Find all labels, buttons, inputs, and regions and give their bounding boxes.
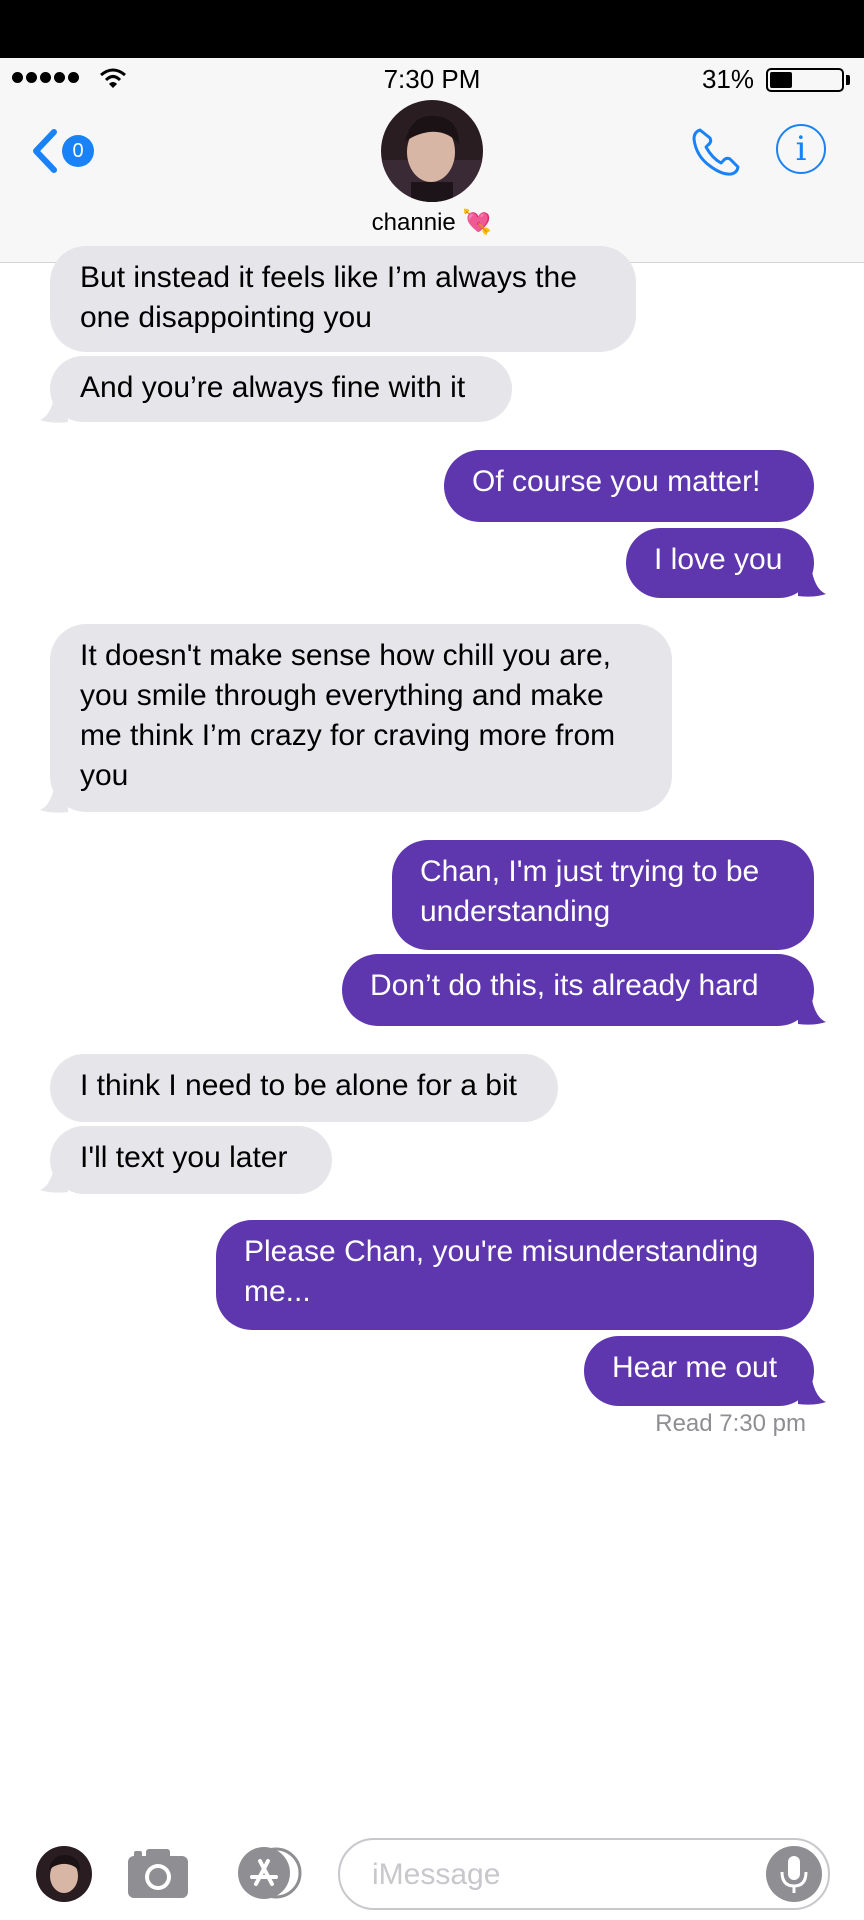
heart-arrow-emoji: 💘: [462, 209, 493, 236]
microphone-button[interactable]: [766, 1846, 822, 1902]
battery-tip: [846, 75, 850, 85]
app-store-icon: [238, 1847, 302, 1899]
camera-button[interactable]: [126, 1846, 190, 1905]
outgoing-message: Chan, I'm just trying to be understandin…: [392, 840, 814, 950]
incoming-message: I'll text you later: [50, 1126, 332, 1194]
contact-avatar[interactable]: [381, 100, 483, 202]
bubble-tail: [798, 1380, 826, 1405]
incoming-message: I think I need to be alone for a bit: [50, 1054, 558, 1122]
outgoing-message: Please Chan, you're misunderstanding me.…: [216, 1220, 814, 1330]
camera-icon: [128, 1849, 188, 1898]
bubble-tail: [40, 398, 68, 423]
message-field[interactable]: [338, 1838, 830, 1910]
compose-bar: [0, 1820, 864, 1920]
battery-icon: [766, 68, 844, 92]
bubble-tail: [40, 1168, 68, 1193]
info-button[interactable]: i: [776, 124, 826, 174]
user-avatar[interactable]: [36, 1846, 92, 1902]
status-bar: 7:30 PM 31%: [0, 58, 864, 100]
unread-count-badge: 0: [62, 135, 94, 167]
incoming-message: And you’re always fine with it: [50, 356, 512, 422]
top-black-band: [0, 0, 864, 58]
outgoing-message: Hear me out: [584, 1336, 814, 1406]
message-input[interactable]: [370, 1840, 754, 1910]
battery-percentage: 31%: [701, 64, 754, 94]
microphone-icon: [780, 1856, 808, 1893]
contact-name: channie: [371, 209, 456, 236]
outgoing-message: Of course you matter!: [444, 450, 814, 522]
bubble-tail: [40, 788, 68, 813]
conversation-header: 0 channie 💘 i: [0, 100, 864, 263]
phone-icon: [692, 128, 740, 176]
back-button[interactable]: 0: [30, 126, 110, 176]
bubble-tail: [798, 572, 826, 597]
phone-call-button[interactable]: [688, 124, 744, 185]
incoming-message: It doesn't make sense how chill you are,…: [50, 624, 672, 812]
info-icon: i: [795, 129, 807, 169]
read-receipt: Read 7:30 pm: [655, 1410, 806, 1437]
incoming-message: But instead it feels like I’m always the…: [50, 246, 636, 352]
outgoing-message: Don’t do this, its already hard: [342, 954, 814, 1026]
app-store-button[interactable]: [232, 1846, 304, 1900]
contact-name-row[interactable]: channie 💘: [0, 208, 864, 237]
outgoing-message: I love you: [626, 528, 814, 598]
chevron-left-icon: [33, 129, 57, 173]
bubble-tail: [798, 1000, 826, 1025]
